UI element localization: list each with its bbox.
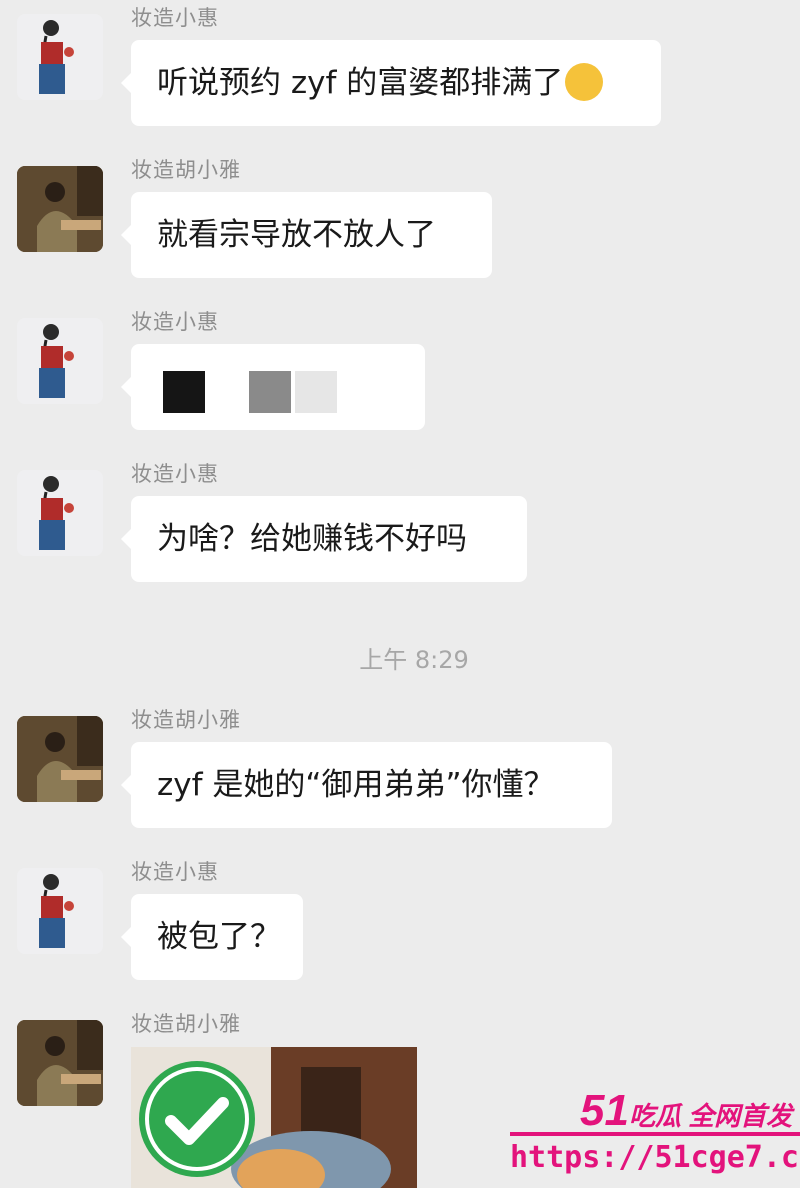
message-text: 听说预约 zyf 的富婆都排满了 — [157, 65, 564, 101]
watermark-brand-number: 51 — [580, 1086, 629, 1135]
sender-name: 妆造胡小雅 — [131, 708, 241, 732]
watermark: 51吃瓜 全网首发 https://51cge7.com — [500, 1078, 800, 1188]
thinking-face-icon — [565, 62, 604, 101]
censor-block — [163, 371, 205, 413]
message-bubble[interactable]: 听说预约 zyf 的富婆都排满了 — [121, 40, 661, 126]
watermark-brand: 51吃瓜 全网首发 — [580, 1086, 792, 1136]
sender-name: 妆造胡小雅 — [131, 158, 241, 182]
checkmark-icon — [139, 1061, 255, 1177]
sender-name: 妆造胡小雅 — [131, 1012, 241, 1036]
censor-block — [295, 371, 337, 413]
message-bubble[interactable]: 被包了？ — [121, 894, 303, 980]
sender-name: 妆造小惠 — [131, 6, 219, 30]
avatar[interactable] — [17, 14, 103, 100]
avatar[interactable] — [17, 868, 103, 954]
message-bubble[interactable]: zyf 是她的“御用弟弟”你懂？ — [121, 742, 612, 828]
avatar[interactable] — [17, 166, 103, 252]
watermark-url: https://51cge7.com — [510, 1140, 800, 1175]
censored-message-bubble[interactable] — [121, 344, 425, 430]
sender-name: 妆造小惠 — [131, 462, 219, 486]
message-bubble[interactable]: 就看宗导放不放人了 — [121, 192, 492, 278]
image-message[interactable] — [131, 1047, 417, 1188]
avatar[interactable] — [17, 1020, 103, 1106]
timestamp: 上午 8:29 — [359, 646, 469, 674]
watermark-underline — [510, 1132, 800, 1136]
avatar[interactable] — [17, 318, 103, 404]
censor-block — [249, 371, 291, 413]
sender-name: 妆造小惠 — [131, 860, 219, 884]
watermark-brand-text: 吃瓜 全网首发 — [628, 1101, 793, 1131]
avatar[interactable] — [17, 470, 103, 556]
message-bubble[interactable]: 为啥？给她赚钱不好吗 — [121, 496, 527, 582]
avatar[interactable] — [17, 716, 103, 802]
sender-name: 妆造小惠 — [131, 310, 219, 334]
